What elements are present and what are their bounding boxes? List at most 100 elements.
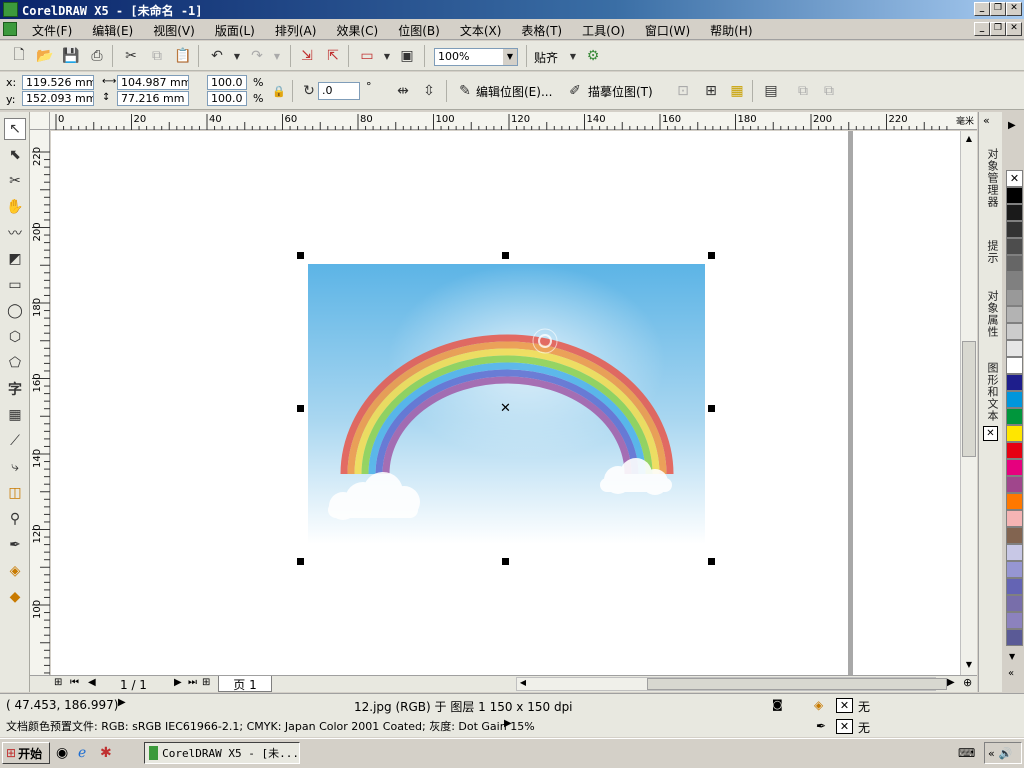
ruler-origin[interactable] [30,112,50,130]
color-swatch[interactable] [1006,323,1023,340]
blend-tool-icon[interactable]: ◫ [4,482,26,504]
close-button[interactable]: ✕ [1006,2,1022,16]
color-swatch[interactable] [1006,442,1023,459]
color-swatch[interactable] [1006,255,1023,272]
ie-icon[interactable]: ℯ [78,745,86,761]
eyedropper-tool-icon[interactable]: ⚲ [4,508,26,530]
export-icon[interactable]: ⇱ [322,45,344,67]
selection-handle-top[interactable] [502,252,509,259]
center-marker-icon[interactable]: ✕ [500,401,511,416]
doc-restore-button[interactable]: ❐ [990,22,1006,36]
next-page-icon[interactable]: ▶ [174,677,182,688]
rotation-input[interactable]: .0 [318,82,360,100]
no-outline-icon[interactable]: ✕ [836,719,853,734]
selection-handle-bottom-left[interactable] [297,558,304,565]
taskbar-coreldraw-item[interactable]: CorelDRAW X5 - [未... [144,742,300,764]
rectangle-tool-icon[interactable]: ▭ [4,274,26,296]
undo-icon[interactable]: ↶ [206,45,228,67]
shape-tool-icon[interactable]: ⬉ [4,144,26,166]
trace-bitmap-button[interactable]: 描摹位图(T) [588,83,653,100]
crop-tool-icon[interactable]: ✂ [4,170,26,192]
wrap-text-icon[interactable]: ▤ [760,80,782,102]
mirror-horizontal-icon[interactable]: ⇹ [392,80,414,102]
color-swatch[interactable] [1006,221,1023,238]
expand-status-icon[interactable]: ▶ [118,697,126,708]
menu-item[interactable]: 表格(T) [511,22,572,39]
color-swatch[interactable] [1006,493,1023,510]
edit-bitmap-button[interactable]: 编辑位图(E)... [476,83,552,100]
color-swatch[interactable] [1006,595,1023,612]
docker-tab-graphics-text[interactable]: 图形和文本 [984,362,1000,432]
first-page-icon[interactable]: ⏮ [70,677,79,688]
scroll-down-icon[interactable]: ▼ [961,657,977,673]
prev-page-icon[interactable]: ◀ [88,677,96,688]
lock-ratio-icon[interactable]: 🔒 [268,80,290,102]
h-scroll-thumb[interactable] [647,678,947,690]
freehand-tool-icon[interactable]: 〰 [4,222,26,244]
close-docker-icon[interactable]: ✕ [983,426,998,441]
color-swatch[interactable] [1006,425,1023,442]
resample-icon[interactable]: ⊞ [700,80,722,102]
drawing-canvas[interactable]: ✕ ▲ ▼ [51,131,977,675]
scroll-up-icon[interactable]: ▲ [961,131,977,147]
color-swatch[interactable] [1006,187,1023,204]
menu-item[interactable]: 帮助(H) [700,22,762,39]
add-page-after-icon[interactable]: ⊞ [202,677,210,688]
print-icon[interactable]: ⎙ [86,45,108,67]
menu-item[interactable]: 位图(B) [388,22,450,39]
page-tab[interactable]: 页 1 [218,676,272,692]
color-swatch[interactable] [1006,357,1023,374]
color-swatch[interactable] [1006,476,1023,493]
menu-item[interactable]: 效果(C) [326,22,388,39]
redo-dropdown-icon[interactable]: ▼ [266,45,288,67]
quicklaunch-icon[interactable]: ✱ [100,745,112,761]
selection-handle-left[interactable] [297,405,304,412]
menu-item[interactable]: 文本(X) [450,22,512,39]
color-swatch[interactable] [1006,272,1023,289]
save-icon[interactable]: 💾 [60,45,82,67]
horizontal-ruler[interactable]: 0 20 40 60 80 100 120 140 160 180 200 220 毫米 [50,112,977,130]
interactive-fill-icon[interactable]: ◆ [4,586,26,608]
scroll-thumb[interactable] [962,341,976,457]
selection-handle-right[interactable] [708,405,715,412]
color-swatch[interactable] [1006,391,1023,408]
menu-item[interactable]: 排列(A) [265,22,327,39]
y-position-input[interactable]: 152.093 mm [22,91,94,106]
docker-tab-object-manager[interactable]: 对象管理器 [984,148,1000,228]
color-swatch[interactable] [1006,612,1023,629]
minimize-button[interactable]: _ [974,2,990,16]
color-swatch[interactable] [1006,238,1023,255]
fill-tool-icon[interactable]: ◈ [4,560,26,582]
palette-expand-icon[interactable]: « [1008,668,1014,679]
keyboard-icon[interactable]: ⌨ [958,746,975,760]
pick-tool-icon[interactable]: ↖ [4,118,26,140]
restore-button[interactable]: ❐ [990,2,1006,16]
color-swatch[interactable] [1006,629,1023,646]
cut-icon[interactable]: ✂ [120,45,142,67]
menu-item[interactable]: 版面(L) [205,22,265,39]
zoom-level-select[interactable]: 100% ▼ [434,48,518,66]
start-button[interactable]: ⊞ 开始 [2,742,50,764]
text-tool-icon[interactable]: 字 [4,378,26,400]
navigator-zoom-icon[interactable]: ⊕ [963,676,972,689]
menu-item[interactable]: 窗口(W) [635,22,700,39]
scale-height-input[interactable]: 100.0 [207,91,247,106]
menu-item[interactable]: 文件(F) [22,22,82,39]
redo-icon[interactable]: ↷ [246,45,268,67]
color-swatch[interactable] [1006,306,1023,323]
mirror-vertical-icon[interactable]: ⇳ [418,80,440,102]
color-swatch[interactable] [1006,204,1023,221]
copy-icon[interactable]: ⧉ [146,45,168,67]
tray-expand-icon[interactable]: « [988,747,995,760]
color-swatch[interactable] [1006,289,1023,306]
doc-close-button[interactable]: ✕ [1006,22,1022,36]
trace-bitmap-icon[interactable]: ✐ [564,80,586,102]
selection-handle-top-left[interactable] [297,252,304,259]
snap-dropdown-icon[interactable]: ▼ [562,45,584,67]
ellipse-tool-icon[interactable]: ◯ [4,300,26,322]
scroll-right-icon[interactable]: ▶ [947,677,955,688]
width-input[interactable]: 104.987 mm [117,75,189,90]
welcome-screen-icon[interactable]: ▣ [396,45,418,67]
collapse-docker-icon[interactable]: « [983,114,990,127]
undo-dropdown-icon[interactable]: ▼ [226,45,248,67]
